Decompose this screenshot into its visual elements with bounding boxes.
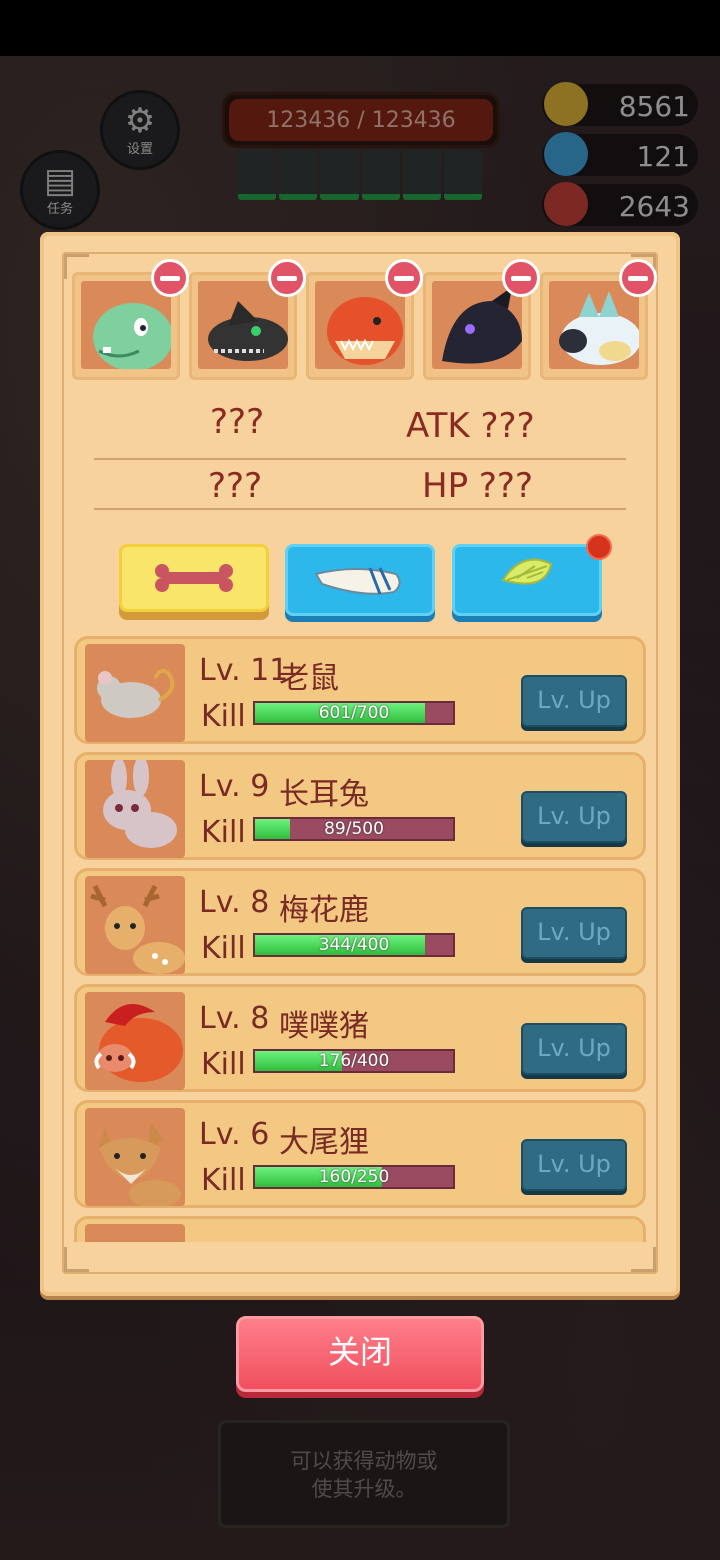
kill-progress-bar: 176/400 <box>253 1049 455 1073</box>
rabbit-icon <box>85 760 185 858</box>
remove-button[interactable] <box>619 259 657 297</box>
kill-label: Kill <box>201 931 246 966</box>
level-label: Lv. 6 <box>199 1117 270 1152</box>
kill-progress-bar: 601/700 <box>253 701 455 725</box>
remove-button[interactable] <box>502 259 540 297</box>
animal-name: 梅花鹿 <box>279 893 369 928</box>
frame-corner <box>631 1247 656 1272</box>
list-item-partial <box>74 1216 646 1242</box>
green-dino-icon <box>81 281 171 369</box>
level-up-button[interactable]: Lv. Up <box>521 1023 627 1075</box>
kill-progress-text: 601/700 <box>318 703 390 723</box>
kill-progress-text: 176/400 <box>318 1051 390 1071</box>
kill-progress-bar: 344/400 <box>253 933 455 957</box>
list-item: Lv. 9 长耳兔 Kill 89/500 Lv. Up <box>74 752 646 860</box>
animal-name: 噗噗猪 <box>279 1009 369 1044</box>
kill-progress-text: 89/500 <box>324 819 384 839</box>
kill-progress-bar: 160/250 <box>253 1165 455 1189</box>
kill-label: Kill <box>201 1047 246 1082</box>
team-slots <box>72 259 657 380</box>
level-up-button[interactable]: Lv. Up <box>521 907 627 959</box>
level-label: Lv. 11 <box>199 653 289 688</box>
list-item: Lv. 11 老鼠 Kill 601/700 Lv. Up <box>74 636 646 744</box>
level-label: Lv. 8 <box>199 1001 270 1036</box>
kill-progress-text: 160/250 <box>318 1167 390 1187</box>
stat-unknown-1: ??? <box>210 402 265 442</box>
black-beast-icon <box>198 281 288 369</box>
kill-label: Kill <box>201 815 246 850</box>
hp-stat: HP ??? <box>422 466 534 506</box>
team-slot[interactable] <box>189 259 306 380</box>
team-slot[interactable] <box>306 259 423 380</box>
close-button[interactable]: 关闭 <box>236 1316 484 1392</box>
stat-unknown-2: ??? <box>208 466 263 506</box>
deer-icon <box>85 876 185 974</box>
team-slot[interactable] <box>423 259 540 380</box>
animal-name: 长耳兔 <box>279 777 369 812</box>
boar-icon <box>85 992 185 1090</box>
bone-icon <box>155 564 233 592</box>
animal-thumbnail <box>85 1224 185 1242</box>
divider <box>94 508 626 510</box>
atk-stat: ATK ??? <box>406 406 535 446</box>
team-slot[interactable] <box>72 259 189 380</box>
tab-wing[interactable] <box>452 544 602 616</box>
kill-label: Kill <box>201 1163 246 1198</box>
remove-button[interactable] <box>268 259 306 297</box>
kill-progress-text: 344/400 <box>318 935 390 955</box>
orange-dragon-icon <box>315 281 405 369</box>
rat-icon <box>85 644 185 742</box>
ice-beast-icon <box>549 281 639 369</box>
team-slot[interactable] <box>540 259 657 380</box>
tab-fang[interactable] <box>285 544 435 616</box>
fang-icon <box>314 567 401 595</box>
level-up-button[interactable]: Lv. Up <box>521 1139 627 1191</box>
level-label: Lv. 9 <box>199 769 270 804</box>
list-item: Lv. 8 梅花鹿 Kill 344/400 Lv. Up <box>74 868 646 976</box>
tab-bone[interactable] <box>119 544 269 612</box>
kill-progress-bar: 89/500 <box>253 817 455 841</box>
wing-icon <box>501 558 553 585</box>
dark-dragon-icon <box>432 281 522 369</box>
remove-button[interactable] <box>385 259 423 297</box>
remove-button[interactable] <box>151 259 189 297</box>
list-item: Lv. 6 大尾狸 Kill 160/250 Lv. Up <box>74 1100 646 1208</box>
level-up-button[interactable]: Lv. Up <box>521 675 627 727</box>
status-bar <box>0 0 720 56</box>
animal-name: 老鼠 <box>279 661 339 696</box>
fox-icon <box>85 1108 185 1206</box>
kill-label: Kill <box>201 699 246 734</box>
animal-name: 大尾狸 <box>279 1125 369 1160</box>
level-label: Lv. 8 <box>199 885 270 920</box>
animal-list[interactable]: Lv. 11 老鼠 Kill 601/700 Lv. Up Lv. 9 长耳兔 … <box>74 636 646 1242</box>
level-up-button[interactable]: Lv. Up <box>521 791 627 843</box>
divider <box>94 458 626 460</box>
list-item: Lv. 8 噗噗猪 Kill 176/400 Lv. Up <box>74 984 646 1092</box>
frame-corner <box>64 1247 89 1272</box>
notification-dot <box>586 534 612 560</box>
